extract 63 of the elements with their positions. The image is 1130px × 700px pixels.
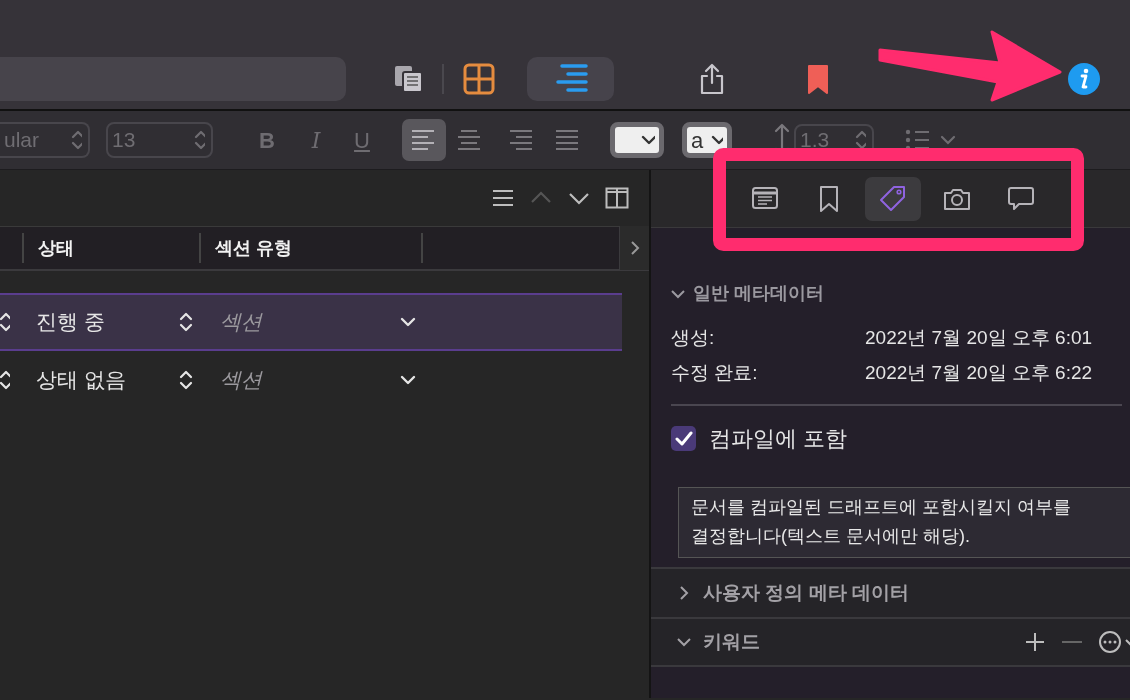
text-color-well[interactable]: a (682, 122, 732, 158)
chevron-icon[interactable] (677, 635, 691, 649)
section-heading: 사용자 정의 메타 데이터 (703, 580, 909, 605)
section-heading: 키워드 (703, 629, 760, 654)
outline-icon (553, 62, 588, 95)
column-header[interactable]: 상태 (38, 234, 199, 262)
more-icon (1098, 631, 1130, 653)
stepper-icon (0, 312, 10, 332)
section-type-value: 섹션 (220, 309, 264, 336)
font-style-dropdown[interactable]: ular (0, 122, 90, 158)
checkmark-icon (674, 430, 693, 447)
chevron-right-icon (629, 240, 640, 256)
section-heading: 일반 메타데이터 (693, 282, 824, 305)
field-label: 생성: (671, 326, 716, 350)
outline-row[interactable]: 상태 없음 섹션 (0, 351, 622, 409)
stepper-icon (193, 130, 205, 150)
info-button[interactable] (1067, 61, 1101, 96)
add-button[interactable] (1024, 631, 1046, 653)
inspector-tab[interactable] (864, 176, 921, 221)
outline-row[interactable]: 진행 중 섹션 (0, 293, 622, 351)
field-label: 수정 완료: (671, 361, 759, 385)
font-size-field[interactable]: 13 (106, 122, 213, 158)
chevron-down-icon (400, 374, 416, 386)
status-value: 상태 없음 (36, 367, 127, 394)
stepper-icon (0, 370, 10, 390)
stepper-icon (70, 130, 82, 150)
expand-button[interactable] (619, 226, 649, 270)
field-value: 2022년 7월 20일 오후 6:01 (865, 326, 1093, 350)
share-button[interactable] (699, 62, 725, 95)
chevron-down-icon (400, 316, 416, 328)
share-icon (699, 62, 725, 95)
stepper-icon (854, 130, 866, 150)
section-type-value: 섹션 (220, 367, 264, 394)
field-value: 2022년 7월 20일 오후 6:22 (865, 361, 1093, 385)
color-well[interactable] (610, 122, 664, 158)
column-header[interactable]: 섹션 유형 (215, 234, 421, 262)
split-view-button[interactable] (605, 186, 629, 210)
more-button[interactable] (1098, 631, 1130, 653)
info-icon (1067, 61, 1101, 96)
speech-bubble-icon (1006, 184, 1035, 213)
underline-button[interactable]: U (340, 119, 384, 161)
documents-button[interactable] (394, 64, 424, 93)
minus-icon (1062, 641, 1082, 643)
align-left-button[interactable] (402, 119, 446, 161)
plus-icon (1024, 631, 1046, 653)
bold-button[interactable]: B (245, 119, 289, 161)
chevron-icon (641, 134, 655, 146)
stepper-icon (178, 312, 194, 332)
grid-icon (463, 62, 497, 95)
split-view-icon (605, 186, 629, 210)
stepper-icon (178, 370, 194, 390)
status-value: 진행 중 (36, 309, 106, 336)
chevron-icon (711, 134, 723, 146)
bookmark-icon (807, 63, 829, 94)
compile-checkbox[interactable] (671, 426, 696, 451)
outliner-view-button[interactable] (527, 56, 614, 101)
checkbox-label: 컴파일에 포함 (709, 425, 848, 453)
tooltip-text: 문서를 컴파일된 드래프트에 포함시킬지 여부를 결정합니다(텍스트 문서에만 해당). (691, 496, 1072, 548)
bookmark-button[interactable] (807, 63, 829, 94)
documents-icon (394, 64, 424, 93)
italic-button[interactable]: I (294, 119, 338, 161)
tag-icon (878, 184, 907, 213)
chevron-icon[interactable] (677, 586, 691, 600)
